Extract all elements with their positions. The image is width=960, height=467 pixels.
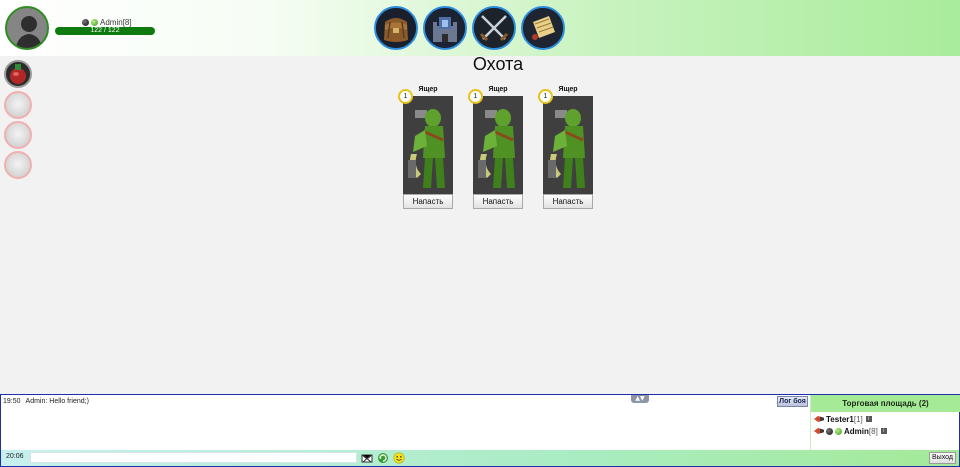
whisper-icon[interactable] xyxy=(814,428,824,434)
monster-level-badge: 1 xyxy=(468,89,483,104)
chat-resize-button[interactable]: ▲▼ xyxy=(631,395,649,403)
room-title: Торговая площадь (2) xyxy=(811,395,960,412)
user-level: [1] xyxy=(853,414,863,424)
castle-icon xyxy=(425,8,465,48)
monster-image[interactable] xyxy=(543,96,593,195)
page-title: Охота xyxy=(472,54,524,74)
chat-panel: 19:50 Admin: Hello friend;) ▲▼ Лог боя То… xyxy=(0,394,960,467)
chat-input[interactable] xyxy=(30,452,357,463)
backpack-icon xyxy=(376,8,416,48)
monster-image[interactable] xyxy=(403,96,453,195)
clan-icon xyxy=(835,427,842,435)
city-button[interactable] xyxy=(423,6,467,50)
user-level: [8] xyxy=(868,426,878,436)
scroll-icon xyxy=(523,8,563,48)
room-panel: Торговая площадь (2) Tester1 [1] i Admin[… xyxy=(810,395,960,451)
info-icon[interactable]: i xyxy=(880,428,887,434)
quests-button[interactable] xyxy=(521,6,565,50)
user-list-item[interactable]: Admin [8] i xyxy=(814,426,887,436)
refresh-icon[interactable] xyxy=(377,452,389,464)
chat-log: 19:50 Admin: Hello friend;) xyxy=(3,398,94,405)
battles-button[interactable] xyxy=(472,6,516,50)
clear-chat-icon[interactable] xyxy=(361,452,373,464)
smiley-icon[interactable] xyxy=(393,452,405,464)
message-time: 19:50 xyxy=(3,398,21,405)
lizard-warrior-icon xyxy=(543,96,593,195)
lizard-warrior-icon xyxy=(403,96,453,195)
avatar[interactable] xyxy=(5,6,49,50)
inventory-button[interactable] xyxy=(374,6,418,50)
user-list-item[interactable]: Tester1 [1] i xyxy=(814,414,872,424)
empty-slot[interactable] xyxy=(4,121,32,149)
attack-button[interactable]: Напасть xyxy=(403,194,453,209)
monster-image[interactable] xyxy=(473,96,523,195)
whisper-icon[interactable] xyxy=(814,416,824,422)
alignment-icon xyxy=(826,427,833,435)
player-name[interactable]: Admin xyxy=(100,18,123,27)
battle-log-button[interactable]: Лог боя xyxy=(777,396,808,407)
crossed-swords-icon xyxy=(474,8,514,48)
monster-level-badge: 1 xyxy=(398,89,413,104)
info-icon[interactable]: i xyxy=(865,416,872,422)
attack-button[interactable]: Напасть xyxy=(473,194,523,209)
top-bar: Admin [8] 122 / 122 xyxy=(0,0,960,56)
exit-button[interactable]: Выход xyxy=(929,452,956,464)
clock: 20:06 xyxy=(6,453,24,460)
user-name[interactable]: Tester1 xyxy=(826,415,854,424)
empty-slot[interactable] xyxy=(4,151,32,179)
lizard-warrior-icon xyxy=(473,96,523,195)
message-text[interactable]: Admin: Hello friend;) xyxy=(26,398,89,405)
chat-input-bar: 20:06 Выход xyxy=(1,450,959,466)
empty-slot[interactable] xyxy=(4,91,32,119)
player-info: Admin [8] xyxy=(82,17,132,27)
silhouette-icon xyxy=(15,16,43,48)
user-name[interactable]: Admin xyxy=(844,427,869,436)
player-level: [8] xyxy=(122,17,132,27)
hp-bar: 122 / 122 xyxy=(55,27,155,35)
clan-icon xyxy=(91,18,98,26)
alignment-icon xyxy=(82,18,89,26)
monster-level-badge: 1 xyxy=(538,89,553,104)
attack-button[interactable]: Напасть xyxy=(543,194,593,209)
